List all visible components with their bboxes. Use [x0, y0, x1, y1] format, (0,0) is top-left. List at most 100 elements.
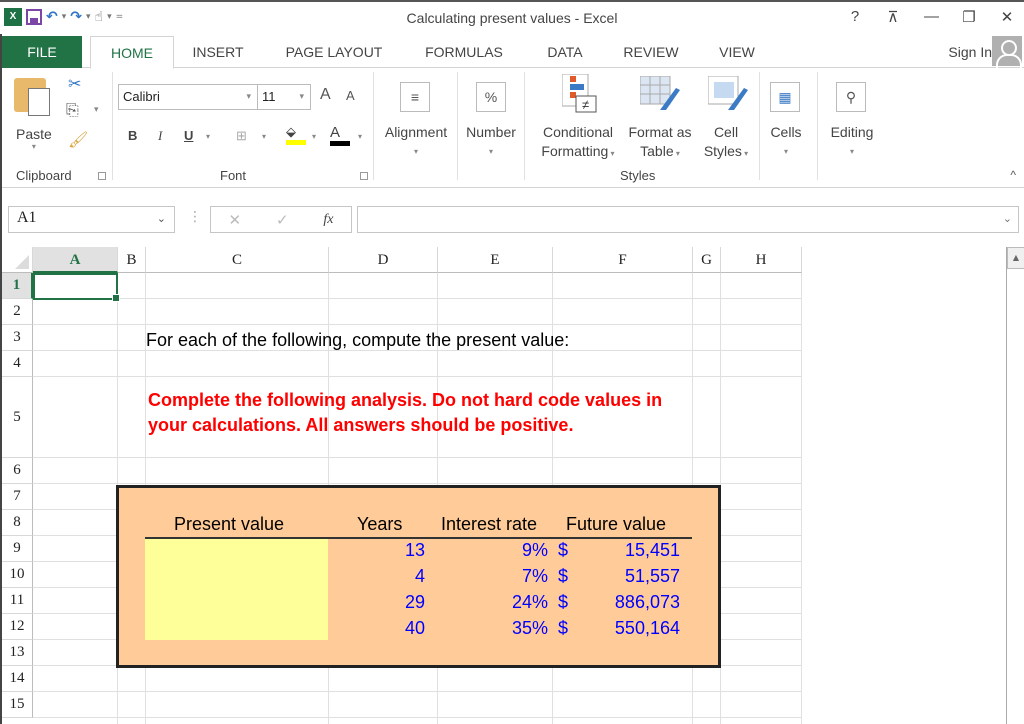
- column-header-a[interactable]: A: [33, 247, 118, 273]
- cut-icon[interactable]: ✂: [68, 74, 81, 94]
- sign-in-link[interactable]: Sign In: [948, 36, 992, 68]
- name-box[interactable]: A1 ⌄: [8, 206, 175, 233]
- number-format-icon[interactable]: %: [476, 82, 506, 112]
- borders-icon[interactable]: ⊞: [236, 128, 247, 144]
- copy-icon[interactable]: ⎘: [66, 102, 79, 120]
- ribbon: Paste ▾ ✂ ⎘ ▾ 🖌 Clipboard Calibri ▾ 11 ▾ A …: [2, 68, 1024, 188]
- row-header-2[interactable]: 2: [2, 299, 33, 325]
- row-header-12[interactable]: 12: [2, 614, 33, 640]
- interest-rate-cell[interactable]: 35%: [470, 618, 548, 639]
- column-header-e[interactable]: E: [438, 247, 553, 273]
- cancel-icon[interactable]: ✕: [228, 211, 241, 229]
- paste-icon[interactable]: [14, 78, 50, 116]
- interest-rate-cell[interactable]: 9%: [470, 540, 548, 561]
- cell-styles-icon[interactable]: [708, 76, 748, 112]
- alignment-icon[interactable]: ≡: [400, 82, 430, 112]
- editing-button[interactable]: Editing ▾: [824, 123, 880, 161]
- fill-color-dropdown-icon[interactable]: ▾: [312, 132, 316, 141]
- fill-color-icon[interactable]: ⬙: [286, 124, 306, 145]
- format-as-table-icon[interactable]: [640, 76, 680, 112]
- future-value-cell[interactable]: 550,164: [590, 618, 680, 639]
- font-color-icon[interactable]: A: [330, 124, 350, 146]
- conditional-formatting-button[interactable]: Conditional Formatting ▾: [532, 123, 624, 163]
- avatar-icon[interactable]: [992, 36, 1022, 70]
- row-header-3[interactable]: 3: [2, 325, 33, 351]
- vertical-scrollbar[interactable]: ▲: [1006, 247, 1024, 724]
- close-icon[interactable]: ✕: [1000, 8, 1014, 26]
- find-binoculars-icon[interactable]: ⚲: [836, 82, 866, 112]
- row-header-13[interactable]: 13: [2, 640, 33, 666]
- column-header-g[interactable]: G: [693, 247, 721, 273]
- present-value-input-range[interactable]: [145, 539, 328, 640]
- minimize-icon[interactable]: —: [924, 8, 939, 26]
- ribbon-display-icon[interactable]: ⊼: [886, 8, 900, 26]
- underline-button[interactable]: U: [184, 128, 193, 143]
- tab-review[interactable]: REVIEW: [622, 36, 680, 68]
- column-header-b[interactable]: B: [118, 247, 146, 273]
- borders-dropdown-icon[interactable]: ▾: [262, 132, 266, 141]
- row-header-9[interactable]: 9: [2, 536, 33, 562]
- number-button[interactable]: Number ▾: [462, 123, 520, 161]
- formula-input[interactable]: ⌄: [357, 206, 1019, 233]
- expand-formula-icon[interactable]: ⌄: [1003, 212, 1012, 225]
- help-icon[interactable]: ?: [848, 8, 862, 26]
- insert-function-icon[interactable]: fx: [323, 212, 333, 228]
- tab-page-layout[interactable]: PAGE LAYOUT: [284, 36, 384, 68]
- shrink-font-icon[interactable]: A: [346, 88, 355, 103]
- clipboard-launcher-icon[interactable]: [98, 172, 106, 180]
- grow-font-icon[interactable]: A: [320, 86, 331, 104]
- bold-button[interactable]: B: [128, 128, 137, 143]
- tab-formulas[interactable]: FORMULAS: [424, 36, 504, 68]
- row-header-14[interactable]: 14: [2, 666, 33, 692]
- font-color-dropdown-icon[interactable]: ▾: [358, 132, 362, 141]
- column-header-c[interactable]: C: [146, 247, 329, 273]
- underline-dropdown-icon[interactable]: ▾: [206, 132, 210, 141]
- cell-styles-button[interactable]: Cell Styles ▾: [696, 123, 756, 163]
- select-all-button[interactable]: [2, 247, 33, 273]
- font-launcher-icon[interactable]: [360, 172, 368, 180]
- tab-insert[interactable]: INSERT: [192, 36, 244, 68]
- years-cell[interactable]: 40: [360, 618, 425, 639]
- tab-home[interactable]: HOME: [90, 36, 174, 69]
- italic-button[interactable]: I: [158, 128, 162, 144]
- row-header-7[interactable]: 7: [2, 484, 33, 510]
- tab-data[interactable]: DATA: [544, 36, 586, 68]
- font-size-select[interactable]: 11 ▾: [257, 84, 311, 110]
- paste-button[interactable]: Paste ▾: [16, 126, 52, 151]
- font-name-select[interactable]: Calibri ▾: [118, 84, 258, 110]
- cells-icon[interactable]: ▦: [770, 82, 800, 112]
- interest-rate-cell[interactable]: 7%: [470, 566, 548, 587]
- row-header-11[interactable]: 11: [2, 588, 33, 614]
- column-header-f[interactable]: F: [553, 247, 693, 273]
- cells-button[interactable]: Cells ▾: [764, 123, 808, 161]
- copy-dropdown-icon[interactable]: ▾: [94, 104, 99, 115]
- column-header-h[interactable]: H: [721, 247, 802, 273]
- format-as-table-button[interactable]: Format as Table ▾: [624, 123, 696, 163]
- column-header-d[interactable]: D: [329, 247, 438, 273]
- enter-icon[interactable]: ✓: [276, 211, 289, 229]
- alignment-button[interactable]: Alignment ▾: [380, 123, 452, 161]
- tab-file[interactable]: FILE: [2, 36, 82, 68]
- row-header-4[interactable]: 4: [2, 351, 33, 377]
- years-cell[interactable]: 4: [360, 566, 425, 587]
- future-value-cell[interactable]: 886,073: [590, 592, 680, 613]
- future-value-cell[interactable]: 51,557: [590, 566, 680, 587]
- row-header-1[interactable]: 1: [2, 273, 33, 299]
- active-cell-a1[interactable]: [33, 273, 120, 302]
- interest-rate-cell[interactable]: 24%: [470, 592, 548, 613]
- row-header-5[interactable]: 5: [2, 377, 33, 458]
- restore-icon[interactable]: ❐: [962, 8, 976, 26]
- format-painter-icon[interactable]: 🖌: [68, 130, 88, 150]
- years-cell[interactable]: 29: [360, 592, 425, 613]
- row-header-6[interactable]: 6: [2, 458, 33, 484]
- scroll-up-icon[interactable]: ▲: [1007, 247, 1024, 269]
- row-header-8[interactable]: 8: [2, 510, 33, 536]
- row-header-15[interactable]: 15: [2, 692, 33, 718]
- resize-handle[interactable]: ⋮: [188, 209, 202, 225]
- conditional-formatting-icon[interactable]: ≠: [562, 74, 598, 114]
- collapse-ribbon-icon[interactable]: ^: [1010, 168, 1016, 182]
- row-header-10[interactable]: 10: [2, 562, 33, 588]
- future-value-cell[interactable]: 15,451: [590, 540, 680, 561]
- years-cell[interactable]: 13: [360, 540, 425, 561]
- tab-view[interactable]: VIEW: [716, 36, 758, 68]
